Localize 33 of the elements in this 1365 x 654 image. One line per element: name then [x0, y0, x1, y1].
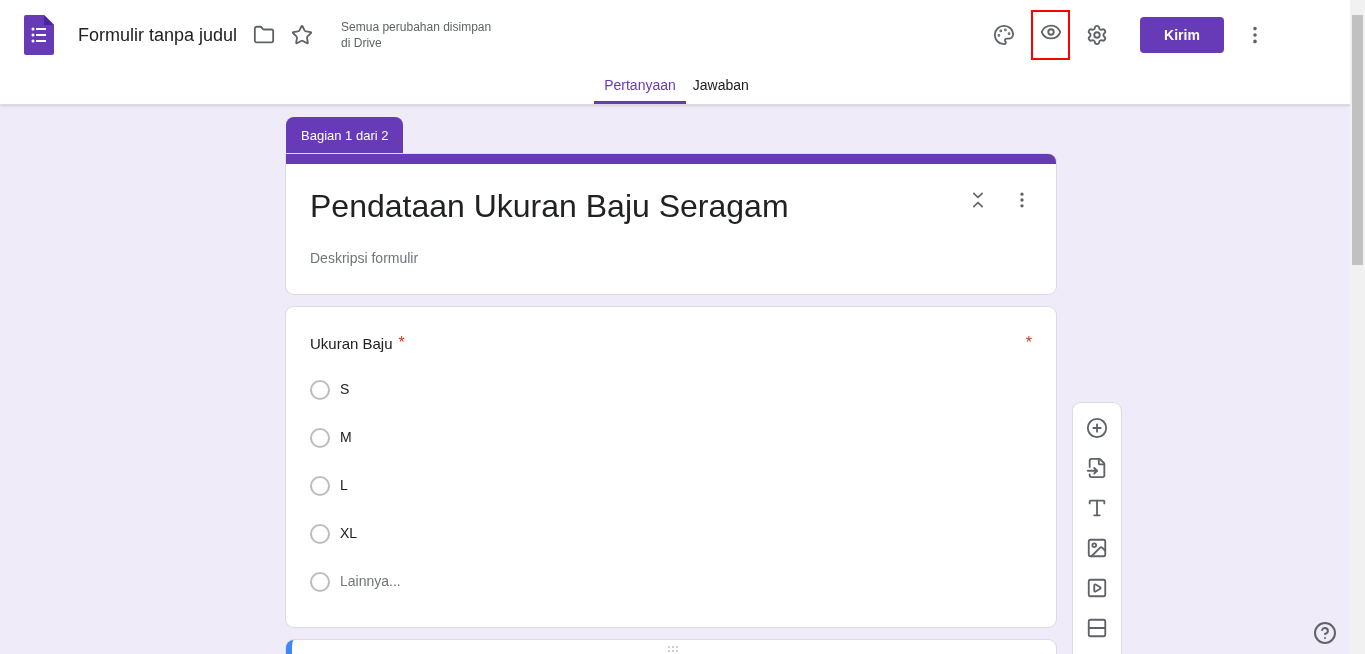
radio-button[interactable] — [310, 475, 330, 496]
save-status: Semua perubahan disimpan di Drive — [341, 19, 493, 51]
option-label[interactable]: Lainnya... — [340, 571, 401, 592]
required-mark: * — [1025, 333, 1032, 353]
send-button[interactable]: Kirim — [1140, 17, 1224, 53]
star-icon[interactable] — [291, 24, 314, 46]
question-title[interactable]: Ukuran Baju — [310, 333, 393, 356]
add-icon[interactable] — [1086, 417, 1108, 439]
text-icon[interactable] — [1086, 497, 1108, 519]
description-field[interactable]: Deskripsi formulir — [310, 248, 968, 269]
scrollbar[interactable] — [1350, 0, 1365, 654]
tab[interactable]: Pertanyaan — [594, 70, 686, 104]
radio-button[interactable] — [310, 571, 330, 592]
option-label[interactable]: XL — [340, 523, 358, 544]
tab[interactable]: Jawaban — [685, 70, 756, 104]
option-label[interactable]: M — [340, 427, 352, 448]
required-mark: * — [398, 333, 405, 353]
form-title[interactable]: Pendataan Ukuran Baju Seragam — [310, 186, 968, 226]
option-label[interactable]: S — [340, 379, 350, 400]
document-title[interactable]: Formulir tanpa judul — [78, 21, 238, 49]
folder-icon[interactable] — [253, 24, 276, 46]
image-icon[interactable] — [1086, 537, 1108, 559]
drag-handle-icon[interactable] — [667, 646, 681, 652]
import-icon[interactable] — [1086, 457, 1108, 479]
forms-logo-icon[interactable] — [24, 15, 54, 55]
section-icon[interactable] — [1086, 617, 1108, 639]
radio-button[interactable] — [310, 379, 330, 400]
preview-button[interactable] — [1031, 10, 1070, 60]
help-icon[interactable] — [1313, 621, 1337, 645]
radio-button[interactable] — [310, 427, 330, 448]
radio-button[interactable] — [310, 523, 330, 544]
option-label[interactable]: L — [340, 475, 348, 496]
video-icon[interactable] — [1086, 577, 1108, 599]
